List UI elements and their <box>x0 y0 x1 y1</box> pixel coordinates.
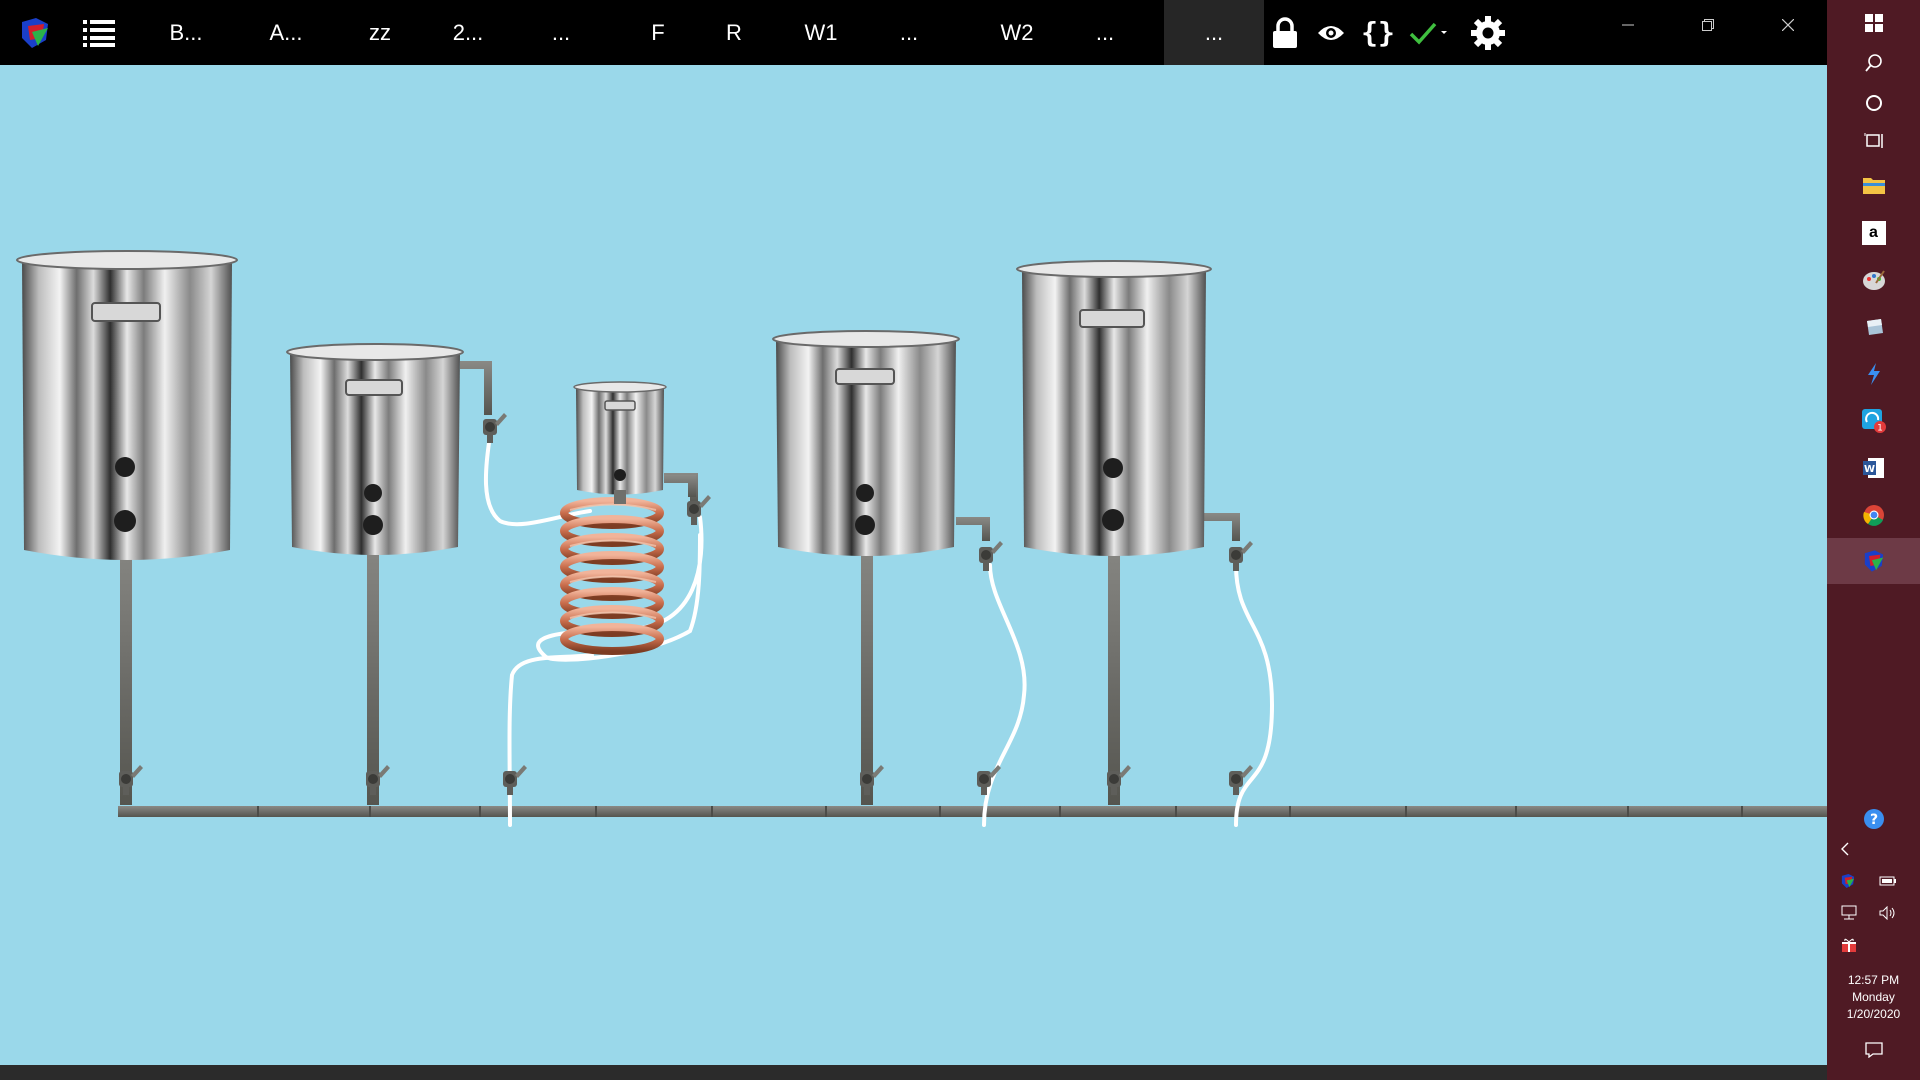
gear-icon[interactable] <box>1468 0 1508 65</box>
eye-icon[interactable] <box>1314 0 1348 65</box>
tab-zz[interactable]: zz <box>356 0 404 65</box>
minimize-button[interactable] <box>1598 0 1658 50</box>
tab-r[interactable]: R <box>716 0 752 65</box>
list-icon[interactable] <box>78 0 120 65</box>
pipe-kettle-3 <box>861 525 873 805</box>
kettle[interactable] <box>772 330 960 556</box>
close-button[interactable] <box>1758 0 1818 50</box>
pipe-kettle-1 <box>120 525 132 805</box>
edge-badge: 1 <box>1877 424 1883 434</box>
lightning-icon[interactable] <box>1827 351 1920 397</box>
tab-ellipsis-active[interactable]: ... <box>1164 0 1264 65</box>
eraser-icon[interactable] <box>1827 304 1920 350</box>
pipe-kettle-4 <box>1108 525 1120 805</box>
help-icon[interactable]: ? <box>1861 806 1887 832</box>
gift-icon[interactable] <box>1837 934 1861 956</box>
tab-f[interactable]: F <box>640 0 676 65</box>
chiller-pot[interactable] <box>573 381 696 504</box>
chevron-left-icon[interactable] <box>1835 838 1855 860</box>
kettle[interactable] <box>1016 260 1212 556</box>
tab-ellipsis-1[interactable]: ... <box>538 0 584 65</box>
tab-w2[interactable]: W2 <box>992 0 1042 65</box>
battery-icon[interactable] <box>1875 870 1901 892</box>
clock-time: 12:57 PM <box>1847 973 1900 987</box>
pipe-kettle-2 <box>367 525 379 805</box>
main-pipe[interactable] <box>118 806 1827 817</box>
app-logo-icon[interactable] <box>12 0 58 65</box>
network-icon[interactable] <box>1837 902 1861 924</box>
tab-a[interactable]: A... <box>258 0 314 65</box>
file-explorer-icon[interactable] <box>1827 162 1920 208</box>
checkmark-icon[interactable] <box>1406 0 1452 65</box>
edge-icon[interactable]: 1 <box>1827 398 1920 444</box>
status-strip <box>0 1065 1827 1080</box>
windows-taskbar: a 1 W ? 12:57 PM Monday 1/20/2020 <box>1827 0 1920 1080</box>
brew-tray-icon[interactable] <box>1837 870 1859 892</box>
amazon-icon[interactable]: a <box>1827 210 1920 256</box>
tab-w1[interactable]: W1 <box>796 0 846 65</box>
svg-text:W: W <box>1863 464 1874 475</box>
kettle[interactable] <box>16 250 238 560</box>
tab-ellipsis-2[interactable]: ... <box>886 0 932 65</box>
chrome-icon[interactable] <box>1827 492 1920 538</box>
paint-icon[interactable] <box>1827 257 1920 303</box>
tab-b[interactable]: B... <box>160 0 212 65</box>
notification-icon[interactable] <box>1861 1038 1887 1062</box>
braces-icon[interactable]: {} <box>1360 0 1396 65</box>
app-toolbar: B... A... zz 2... ... F R W1 ... W2 ... … <box>0 0 1827 65</box>
brew-app-icon[interactable] <box>1827 538 1920 584</box>
taskbar-clock[interactable]: 12:57 PM Monday 1/20/2020 <box>1827 972 1920 1023</box>
clock-day: Monday <box>1852 990 1895 1004</box>
clock-date: 1/20/2020 <box>1846 1007 1901 1021</box>
word-icon[interactable]: W <box>1827 445 1920 491</box>
kettle[interactable] <box>286 343 464 555</box>
volume-icon[interactable] <box>1875 902 1901 924</box>
lock-icon[interactable] <box>1268 0 1302 65</box>
brew-canvas[interactable] <box>0 65 1827 1065</box>
task-view-icon[interactable] <box>1827 118 1920 164</box>
tab-2[interactable]: 2... <box>440 0 496 65</box>
svg-text:?: ? <box>1870 812 1878 828</box>
restore-button[interactable] <box>1678 0 1738 50</box>
tab-ellipsis-3[interactable]: ... <box>1082 0 1128 65</box>
